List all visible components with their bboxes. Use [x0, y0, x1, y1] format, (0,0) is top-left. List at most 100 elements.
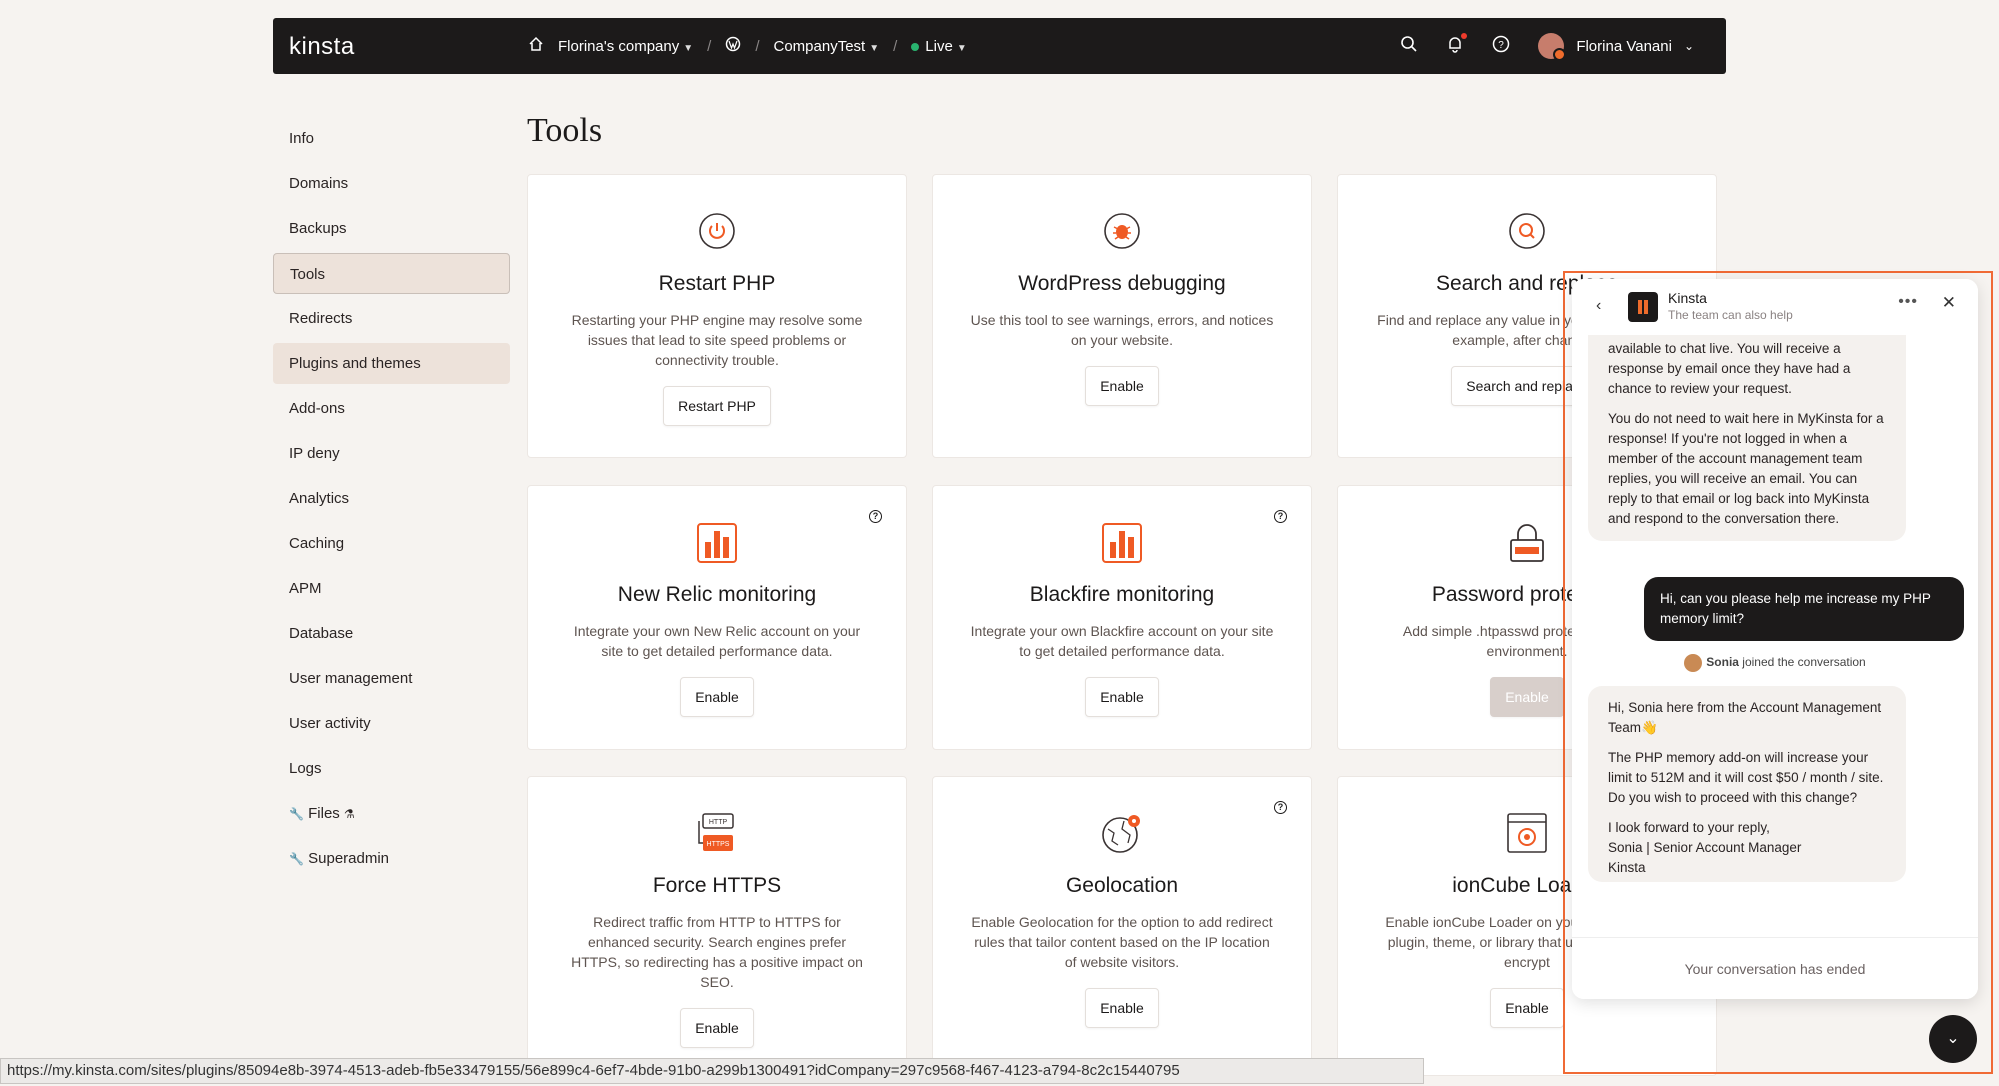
- sidebar-item-superadmin[interactable]: 🔧 Superadmin: [273, 838, 510, 879]
- help-icon[interactable]: ?: [1492, 35, 1510, 57]
- sidebar-item-database[interactable]: Database: [273, 613, 510, 654]
- chat-title: Kinsta: [1668, 290, 1707, 306]
- sidebar-item-user-activity[interactable]: User activity: [273, 703, 510, 744]
- enable-new-relic-button[interactable]: Enable: [680, 677, 754, 717]
- search-icon[interactable]: [1400, 35, 1418, 57]
- breadcrumb: Florina's company ▼ / / CompanyTest ▼ / Li…: [528, 18, 967, 74]
- sidebar-item-analytics[interactable]: Analytics: [273, 478, 510, 519]
- avatar: [1538, 33, 1567, 61]
- message-paragraph: Sonia | Senior Account Manager: [1608, 840, 1802, 855]
- notification-dot: [1461, 33, 1468, 39]
- chat-subtitle: The team can also help: [1668, 308, 1793, 322]
- card-title: Restart PHP: [658, 272, 776, 295]
- site-selector[interactable]: CompanyTest ▼: [774, 38, 880, 55]
- wordpress-icon[interactable]: [725, 36, 741, 56]
- bar-chart-icon: [1101, 522, 1143, 569]
- user-menu[interactable]: Florina Vanani ⌄: [1538, 33, 1694, 61]
- message-paragraph: Hi, Sonia here from the Account Manageme…: [1608, 700, 1882, 735]
- kinsta-chat-logo: [1628, 292, 1658, 322]
- more-options-icon[interactable]: •••: [1898, 293, 1918, 311]
- enable-password-protection-button[interactable]: Enable: [1490, 677, 1564, 717]
- agent-joined-notice: Sonia joined the conversation: [1572, 654, 1978, 672]
- sidebar-item-files[interactable]: 🔧 Files ⚗: [273, 793, 510, 834]
- lock-icon: [1506, 522, 1548, 569]
- sidebar-item-tools[interactable]: Tools: [273, 253, 510, 294]
- chat-minimize-button[interactable]: ⌄: [1929, 1015, 1977, 1063]
- message-paragraph: available to chat live. You will receive…: [1608, 341, 1851, 396]
- message-paragraph: The PHP memory add-on will increase your…: [1608, 750, 1884, 805]
- card-title: New Relic monitoring: [617, 583, 817, 606]
- sidebar-item-logs[interactable]: Logs: [273, 748, 510, 789]
- tool-card-wordpress-debugging: WordPress debugging Use this tool to see…: [932, 174, 1312, 458]
- wrench-icon: 🔧: [289, 852, 304, 866]
- back-arrow-icon[interactable]: ‹: [1596, 297, 1601, 315]
- tool-card-force-https: HTTP HTTPS Force HTTPS Redirect traffic f…: [527, 776, 907, 1076]
- power-restart-icon: [695, 209, 739, 258]
- chevron-down-icon: ⌄: [1683, 39, 1694, 53]
- sidebar-item-user-management[interactable]: User management: [273, 658, 510, 699]
- agent-message: Hi, Sonia here from the Account Manageme…: [1588, 686, 1906, 882]
- breadcrumb-separator: /: [755, 37, 760, 55]
- bell-icon[interactable]: [1446, 33, 1468, 57]
- enable-force-https-button[interactable]: Enable: [680, 1008, 754, 1048]
- sidebar-item-info[interactable]: Info: [273, 118, 510, 159]
- agent-avatar: [1684, 654, 1703, 672]
- ioncube-icon: [1505, 811, 1549, 860]
- enable-blackfire-button[interactable]: Enable: [1085, 677, 1159, 717]
- bug-icon: [1100, 209, 1144, 258]
- topbar-actions: ? Florina Vanani ⌄: [1400, 18, 1694, 74]
- breadcrumb-separator: /: [893, 37, 898, 55]
- chevron-down-icon: ⌄: [1946, 1030, 1960, 1047]
- tool-card-blackfire: ? Blackfire monitoring Integrate your ow…: [932, 485, 1312, 750]
- restart-php-button[interactable]: Restart PHP: [663, 386, 771, 426]
- breadcrumb-separator: /: [707, 37, 712, 55]
- card-description: Use this tool to see warnings, errors, a…: [970, 312, 1274, 348]
- link-preview-url: https://my.kinsta.com/sites/plugins/8509…: [0, 1058, 1424, 1084]
- svg-text:HTTP: HTTP: [709, 819, 728, 826]
- close-icon[interactable]: ✕: [1942, 293, 1956, 313]
- home-icon[interactable]: [528, 36, 544, 56]
- search-replace-icon: [1505, 209, 1549, 258]
- sidebar-item-add-ons[interactable]: Add-ons: [273, 388, 510, 429]
- card-description: Integrate your own Blackfire account on …: [970, 623, 1274, 659]
- sidebar-item-plugins-and-themes[interactable]: Plugins and themes: [273, 343, 510, 384]
- kinsta-logo[interactable]: kinsta: [289, 33, 355, 61]
- chevron-down-icon: ▼: [869, 42, 880, 54]
- card-description: Restarting your PHP engine may resolve s…: [571, 312, 863, 368]
- flask-icon: ⚗: [343, 807, 355, 821]
- enable-geolocation-button[interactable]: Enable: [1085, 988, 1159, 1028]
- enable-ioncube-button[interactable]: Enable: [1490, 988, 1564, 1028]
- help-icon[interactable]: ?: [869, 510, 882, 523]
- tool-card-restart-php: Restart PHP Restarting your PHP engine m…: [527, 174, 907, 458]
- message-paragraph: Kinsta: [1608, 860, 1646, 875]
- environment-selector[interactable]: Live ▼: [911, 38, 967, 55]
- https-icon: HTTP HTTPS: [695, 811, 739, 860]
- tool-card-new-relic: ? New Relic monitoring Integrate your ow…: [527, 485, 907, 750]
- card-description: Redirect traffic from HTTP to HTTPS for …: [571, 914, 863, 990]
- sidebar-item-backups[interactable]: Backups: [273, 208, 510, 249]
- page-title: Tools: [527, 112, 603, 149]
- card-description: Enable Geolocation for the option to add…: [971, 914, 1273, 970]
- card-title: Blackfire monitoring: [1029, 583, 1215, 606]
- card-description: Integrate your own New Relic account on …: [573, 623, 861, 659]
- sidebar: Info Domains Backups Tools Redirects Plu…: [273, 118, 510, 883]
- chat-messages: available to chat live. You will receive…: [1572, 335, 1978, 982]
- sidebar-item-redirects[interactable]: Redirects: [273, 298, 510, 339]
- conversation-ended-notice: Your conversation has ended: [1572, 937, 1978, 999]
- tool-card-geolocation: ? Geolocation Enable Geolocation for the…: [932, 776, 1312, 1076]
- agent-message: available to chat live. You will receive…: [1588, 335, 1906, 541]
- wrench-icon: 🔧: [289, 807, 304, 821]
- card-title: Force HTTPS: [652, 874, 782, 897]
- enable-debugging-button[interactable]: Enable: [1085, 366, 1159, 406]
- company-selector[interactable]: Florina's company ▼: [558, 38, 693, 55]
- support-chat-panel: ‹ Kinsta The team can also help ••• ✕ av…: [1572, 279, 1978, 999]
- chat-header: ‹ Kinsta The team can also help ••• ✕: [1572, 279, 1978, 335]
- live-status-dot: [911, 42, 920, 51]
- sidebar-item-ip-deny[interactable]: IP deny: [273, 433, 510, 474]
- help-icon[interactable]: ?: [1274, 801, 1287, 814]
- chevron-down-icon: ▼: [956, 42, 967, 54]
- help-icon[interactable]: ?: [1274, 510, 1287, 523]
- sidebar-item-caching[interactable]: Caching: [273, 523, 510, 564]
- sidebar-item-apm[interactable]: APM: [273, 568, 510, 609]
- sidebar-item-domains[interactable]: Domains: [273, 163, 510, 204]
